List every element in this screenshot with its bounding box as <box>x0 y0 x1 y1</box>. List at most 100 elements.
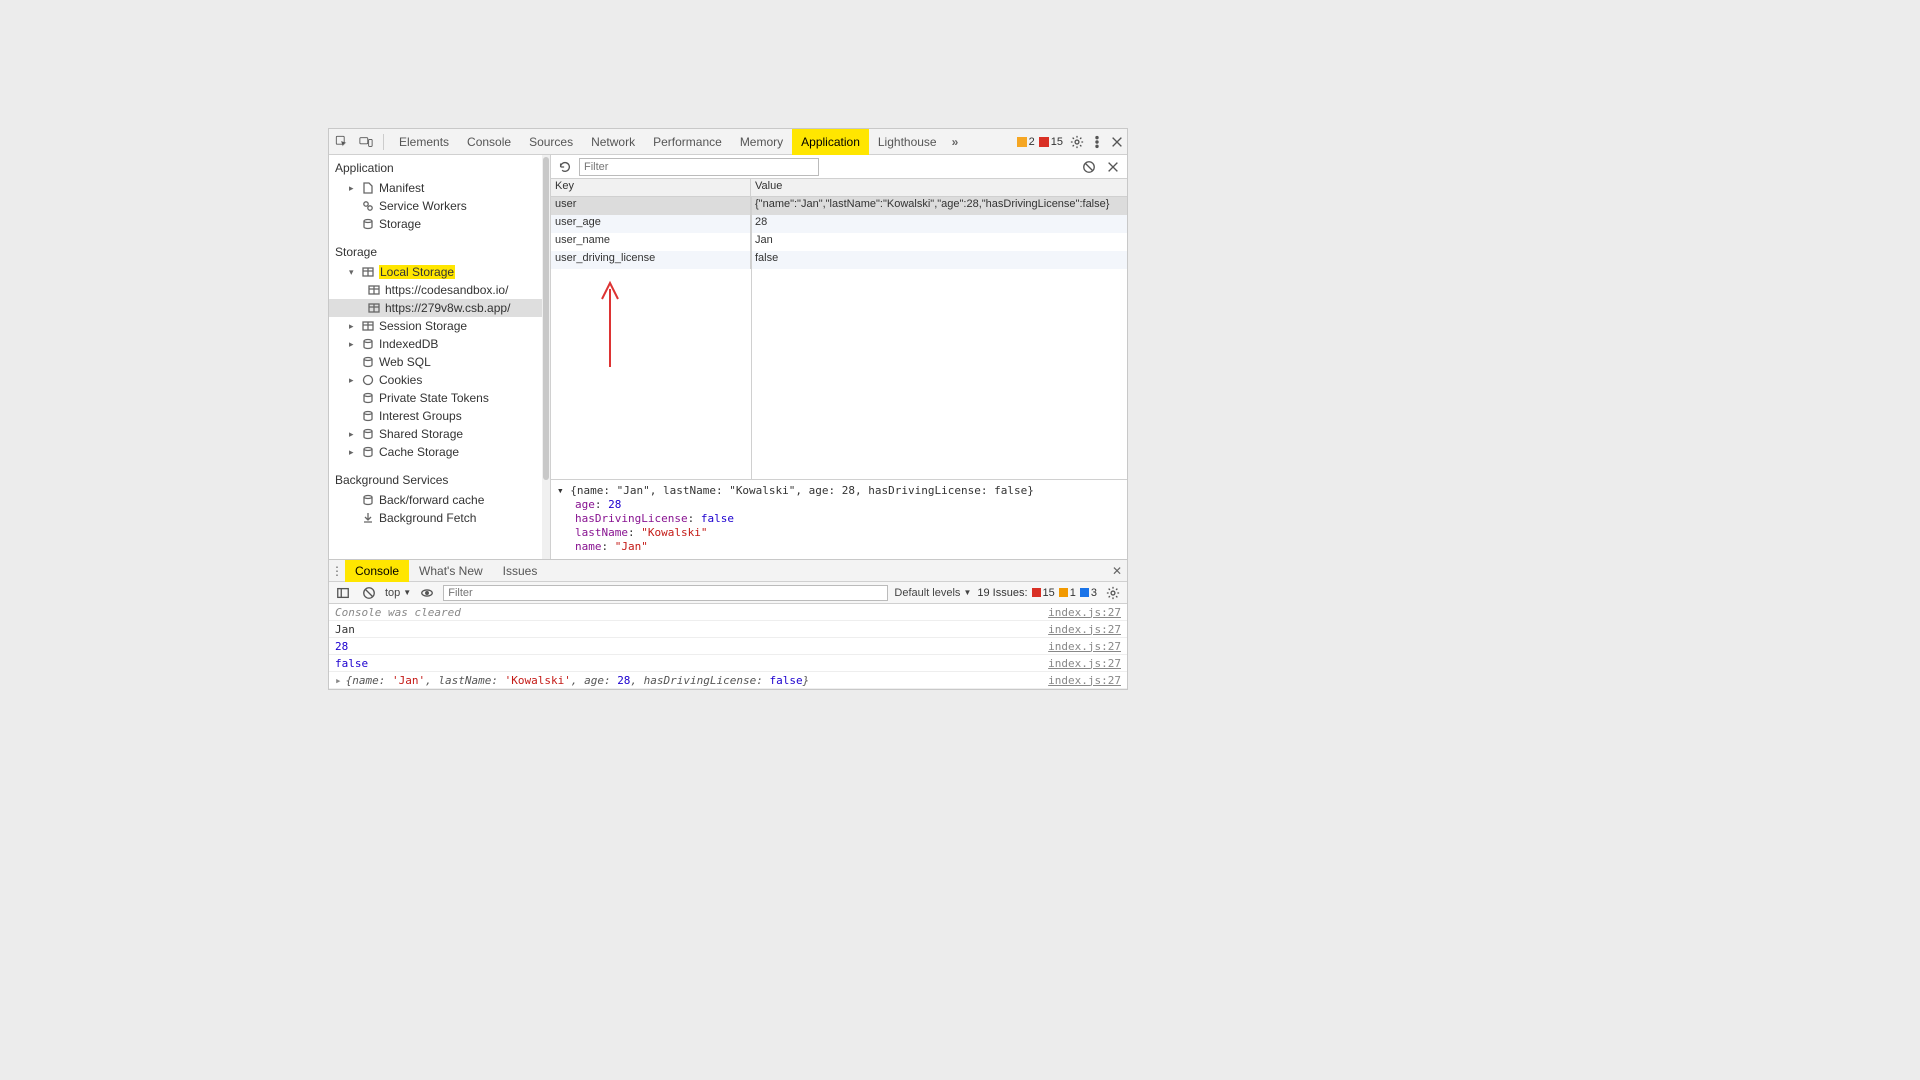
drawer-tab-issues[interactable]: Issues <box>493 560 548 582</box>
sidebar-item-private-state-tokens[interactable]: Private State Tokens <box>329 389 550 407</box>
settings-icon[interactable] <box>1067 132 1087 152</box>
clear-icon[interactable] <box>1079 157 1099 177</box>
sidebar-item-session-storage[interactable]: ▸Session Storage <box>329 317 550 335</box>
table-row[interactable]: user_driving_licensefalse <box>551 251 1127 269</box>
sidebar-item-service-workers[interactable]: Service Workers <box>329 197 550 215</box>
sidebar-item-ls-origin-0[interactable]: https://codesandbox.io/ <box>329 281 550 299</box>
table-row[interactable]: user{"name":"Jan","lastName":"Kowalski",… <box>551 197 1127 215</box>
close-icon[interactable] <box>1107 132 1127 152</box>
application-sidebar[interactable]: Application ▸Manifest Service Workers St… <box>329 155 551 559</box>
source-link[interactable]: index.js:27 <box>1048 640 1121 653</box>
sidebar-item-cookies[interactable]: ▸Cookies <box>329 371 550 389</box>
section-storage: Storage <box>329 239 550 263</box>
database-icon <box>361 410 375 422</box>
sidebar-scrollbar[interactable] <box>542 155 550 559</box>
more-tabs-icon[interactable]: » <box>946 135 965 149</box>
console-entry[interactable]: falseindex.js:27 <box>329 655 1127 672</box>
value-preview[interactable]: ▾ {name: "Jan", lastName: "Kowalski", ag… <box>551 479 1127 559</box>
database-icon <box>361 338 375 350</box>
gears-icon <box>361 200 375 212</box>
table-header: Key Value <box>551 179 1127 197</box>
th-key[interactable]: Key <box>551 179 751 196</box>
storage-filter-input[interactable] <box>579 158 819 176</box>
sidebar-item-background-fetch[interactable]: Background Fetch <box>329 509 550 527</box>
sidebar-item-shared-storage[interactable]: ▸Shared Storage <box>329 425 550 443</box>
console-entry[interactable]: Console was clearedindex.js:27 <box>329 604 1127 621</box>
source-link[interactable]: index.js:27 <box>1048 674 1121 687</box>
storage-table: Key Value user{"name":"Jan","lastName":"… <box>551 179 1127 479</box>
tab-elements[interactable]: Elements <box>390 129 458 155</box>
tab-lighthouse[interactable]: Lighthouse <box>869 129 946 155</box>
console-sidebar-toggle-icon[interactable] <box>333 583 353 603</box>
console-drawer: ⋮ Console What's New Issues ✕ top▼ Defau… <box>329 559 1127 689</box>
table-body[interactable]: user{"name":"Jan","lastName":"Kowalski",… <box>551 197 1127 479</box>
table-icon <box>367 302 381 314</box>
delete-icon[interactable] <box>1103 157 1123 177</box>
console-levels-select[interactable]: Default levels▼ <box>894 587 971 599</box>
tab-memory[interactable]: Memory <box>731 129 792 155</box>
console-settings-icon[interactable] <box>1103 583 1123 603</box>
devtools-tabbar: Elements Console Sources Network Perform… <box>329 129 1127 155</box>
sidebar-item-interest-groups[interactable]: Interest Groups <box>329 407 550 425</box>
drawer-more-icon[interactable]: ⋮ <box>329 564 345 578</box>
sidebar-item-manifest[interactable]: ▸Manifest <box>329 179 550 197</box>
sidebar-item-back-forward-cache[interactable]: Back/forward cache <box>329 491 550 509</box>
source-link[interactable]: index.js:27 <box>1048 623 1121 636</box>
sidebar-item-local-storage[interactable]: ▾Local Storage <box>329 263 550 281</box>
warning-count: 2 <box>1029 136 1035 148</box>
panel-tabs: Elements Console Sources Network Perform… <box>390 129 946 155</box>
table-row[interactable]: user_age28 <box>551 215 1127 233</box>
table-icon <box>367 284 381 296</box>
table-icon <box>361 266 375 278</box>
tab-sources[interactable]: Sources <box>520 129 582 155</box>
error-icon <box>1032 588 1041 597</box>
drawer-tab-whatsnew[interactable]: What's New <box>409 560 493 582</box>
sidebar-item-websql[interactable]: Web SQL <box>329 353 550 371</box>
database-icon <box>361 218 375 230</box>
tab-console[interactable]: Console <box>458 129 520 155</box>
annotation-arrow-icon <box>595 279 625 369</box>
inspect-icon[interactable] <box>331 131 353 153</box>
database-icon <box>361 392 375 404</box>
console-context-select[interactable]: top▼ <box>385 587 411 599</box>
warning-icon <box>1017 137 1027 147</box>
devtools-window: Elements Console Sources Network Perform… <box>328 128 1128 690</box>
table-icon <box>361 320 375 332</box>
download-icon <box>361 512 375 524</box>
kebab-menu-icon[interactable] <box>1087 132 1107 152</box>
database-icon <box>361 356 375 368</box>
sidebar-item-ls-origin-1[interactable]: https://279v8w.csb.app/ <box>329 299 550 317</box>
sidebar-item-storage[interactable]: Storage <box>329 215 550 233</box>
tab-application[interactable]: Application <box>792 129 869 155</box>
section-application: Application <box>329 155 550 179</box>
console-entry[interactable]: Janindex.js:27 <box>329 621 1127 638</box>
refresh-icon[interactable] <box>555 157 575 177</box>
storage-panel: Key Value user{"name":"Jan","lastName":"… <box>551 155 1127 559</box>
database-icon <box>361 494 375 506</box>
console-entry[interactable]: 28index.js:27 <box>329 638 1127 655</box>
device-toolbar-icon[interactable] <box>355 131 377 153</box>
console-filter-input[interactable] <box>443 585 888 601</box>
console-clear-icon[interactable] <box>359 583 379 603</box>
live-expression-icon[interactable] <box>417 583 437 603</box>
th-value[interactable]: Value <box>751 179 1127 196</box>
file-icon <box>361 182 375 194</box>
warning-icon <box>1059 588 1068 597</box>
console-log[interactable]: Console was clearedindex.js:27 Janindex.… <box>329 604 1127 689</box>
drawer-tab-console[interactable]: Console <box>345 560 409 582</box>
sidebar-item-cache-storage[interactable]: ▸Cache Storage <box>329 443 550 461</box>
table-row[interactable]: user_nameJan <box>551 233 1127 251</box>
separator <box>383 134 384 150</box>
source-link[interactable]: index.js:27 <box>1048 657 1121 670</box>
cookie-icon <box>361 374 375 386</box>
database-icon <box>361 446 375 458</box>
sidebar-item-indexeddb[interactable]: ▸IndexedDB <box>329 335 550 353</box>
error-warning-badges[interactable]: 2 15 <box>1017 136 1067 148</box>
source-link[interactable]: index.js:27 <box>1048 606 1121 619</box>
tab-network[interactable]: Network <box>582 129 644 155</box>
console-issues-summary[interactable]: 19 Issues: 15 1 3 <box>977 587 1097 599</box>
drawer-tabs: ⋮ Console What's New Issues ✕ <box>329 560 1127 582</box>
console-entry[interactable]: ▸{name: 'Jan', lastName: 'Kowalski', age… <box>329 672 1127 689</box>
tab-performance[interactable]: Performance <box>644 129 731 155</box>
drawer-close-icon[interactable]: ✕ <box>1107 564 1127 578</box>
